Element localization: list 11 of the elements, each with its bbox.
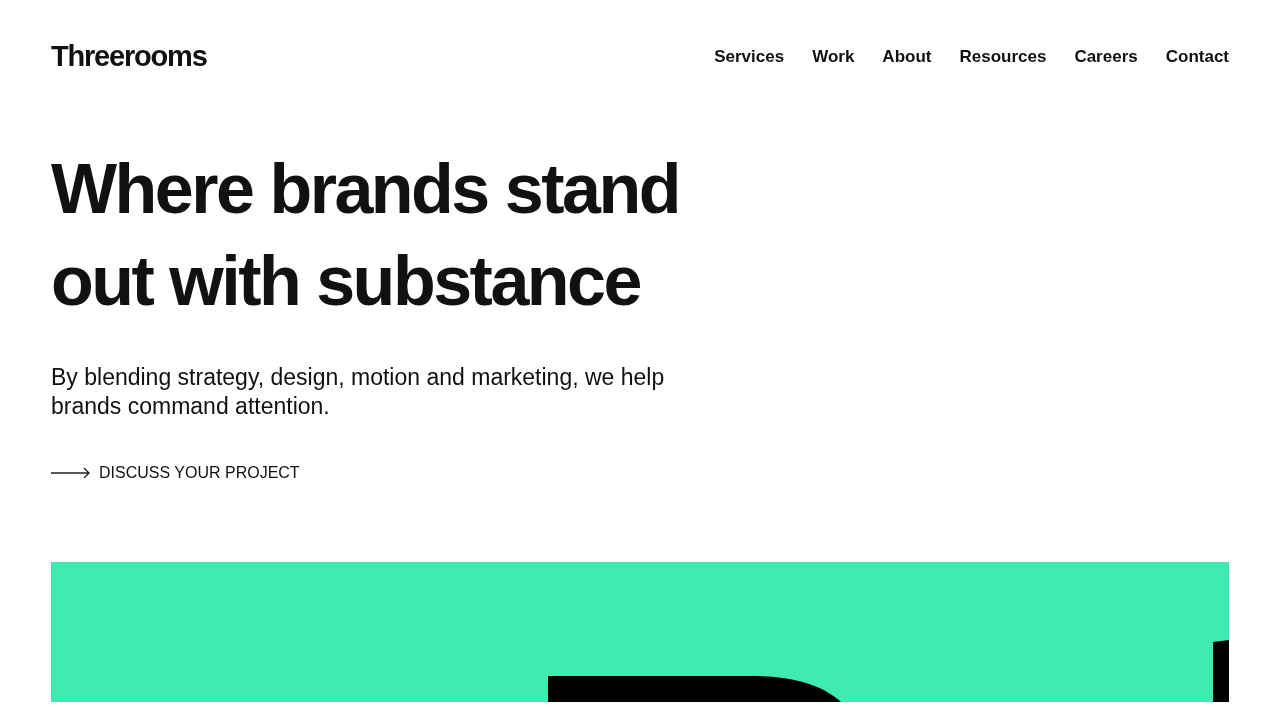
headline: Where brands stand out with substance	[51, 149, 680, 322]
nav-link[interactable]: Contact	[1165, 43, 1229, 70]
logo[interactable]: Threerooms	[51, 42, 207, 71]
nav-link[interactable]: About	[882, 43, 932, 70]
arrow-icon	[51, 467, 91, 479]
intro-text: By blending strategy, design, motion and marketing, we help brands command attention.	[51, 363, 666, 421]
nav-link[interactable]: Resources	[959, 43, 1047, 70]
nav-link[interactable]: Work	[812, 43, 855, 70]
nav-link[interactable]: Careers	[1074, 43, 1138, 70]
discuss-project-link[interactable]: DISCUSS YOUR PROJECT	[51, 461, 300, 485]
nav-link[interactable]: Services	[714, 43, 785, 70]
